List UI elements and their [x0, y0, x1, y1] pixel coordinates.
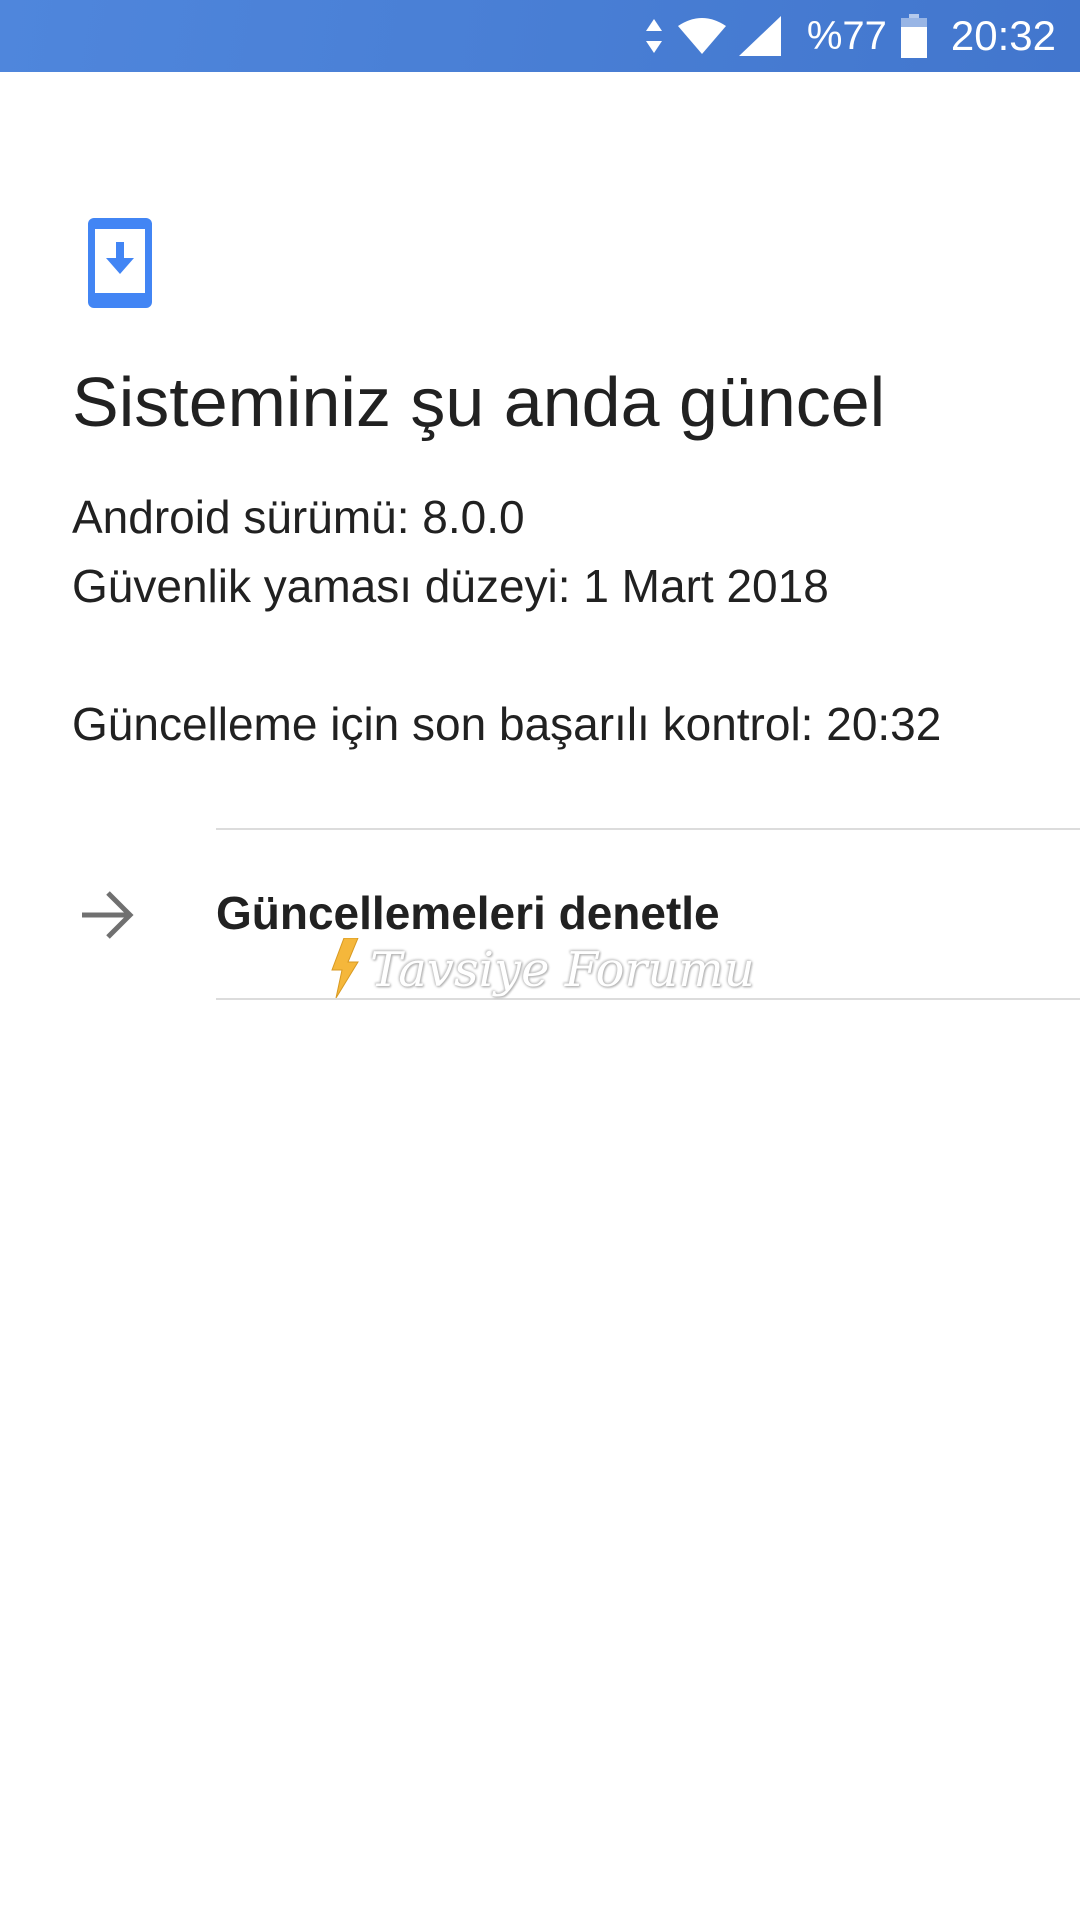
status-bar-right: %77 20:32	[645, 0, 1056, 72]
arrow-right-icon	[80, 890, 134, 940]
page-title: Sisteminiz şu anda güncel	[72, 363, 886, 441]
security-patch-text: Güvenlik yaması düzeyi: 1 Mart 2018	[72, 560, 829, 612]
status-clock: 20:32	[950, 12, 1056, 59]
battery-percent: %77	[806, 13, 887, 58]
cell-signal-icon	[738, 16, 781, 56]
wifi-icon	[677, 16, 727, 56]
battery-icon	[900, 14, 927, 58]
status-bar: %77 20:32	[0, 0, 1080, 72]
data-arrows-icon	[645, 17, 663, 55]
system-update-screen: Sisteminiz şu anda güncel Android sürümü…	[0, 72, 1080, 1920]
check-updates-button[interactable]: Güncellemeleri denetle	[0, 830, 1080, 998]
system-update-phone-icon	[88, 218, 152, 308]
android-version-text: Android sürümü: 8.0.0	[72, 491, 525, 543]
last-check-text: Güncelleme için son başarılı kontrol: 20…	[72, 698, 942, 750]
divider	[216, 998, 1080, 1000]
check-updates-label: Güncellemeleri denetle	[216, 887, 720, 939]
